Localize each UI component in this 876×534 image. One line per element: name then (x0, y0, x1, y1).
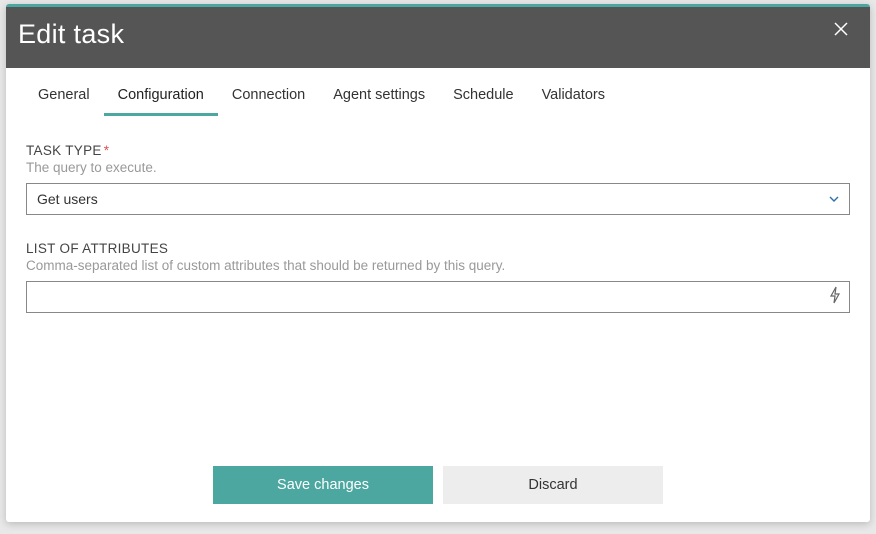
required-indicator: * (104, 143, 110, 158)
modal-body: TASK TYPE* The query to execute. Get use… (6, 117, 870, 452)
task-type-label: TASK TYPE* (26, 143, 850, 158)
modal-title: Edit task (18, 19, 124, 50)
task-type-help: The query to execute. (26, 160, 850, 175)
modal-header: Edit task (6, 7, 870, 68)
modal-footer: Save changes Discard (6, 452, 870, 522)
close-icon[interactable] (830, 19, 852, 41)
tab-connection[interactable]: Connection (218, 68, 319, 116)
lightning-icon[interactable] (821, 286, 849, 309)
tab-bar: General Configuration Connection Agent s… (6, 68, 870, 117)
list-of-attributes-label: LIST OF ATTRIBUTES (26, 241, 850, 256)
task-type-select[interactable]: Get users (26, 183, 850, 215)
edit-task-modal: Edit task General Configuration Connecti… (6, 4, 870, 522)
task-type-value: Get users (37, 191, 829, 207)
tab-agent-settings[interactable]: Agent settings (319, 68, 439, 116)
list-of-attributes-help: Comma-separated list of custom attribute… (26, 258, 850, 273)
discard-button[interactable]: Discard (443, 466, 663, 504)
tab-validators[interactable]: Validators (528, 68, 619, 116)
list-of-attributes-input[interactable] (27, 282, 821, 312)
task-type-group: TASK TYPE* The query to execute. Get use… (26, 143, 850, 215)
chevron-down-icon (829, 193, 839, 205)
save-button[interactable]: Save changes (213, 466, 433, 504)
list-of-attributes-group: LIST OF ATTRIBUTES Comma-separated list … (26, 241, 850, 313)
tab-configuration[interactable]: Configuration (104, 68, 218, 116)
tab-schedule[interactable]: Schedule (439, 68, 527, 116)
tab-general[interactable]: General (24, 68, 104, 116)
task-type-label-text: TASK TYPE (26, 143, 102, 158)
list-of-attributes-input-wrap (26, 281, 850, 313)
